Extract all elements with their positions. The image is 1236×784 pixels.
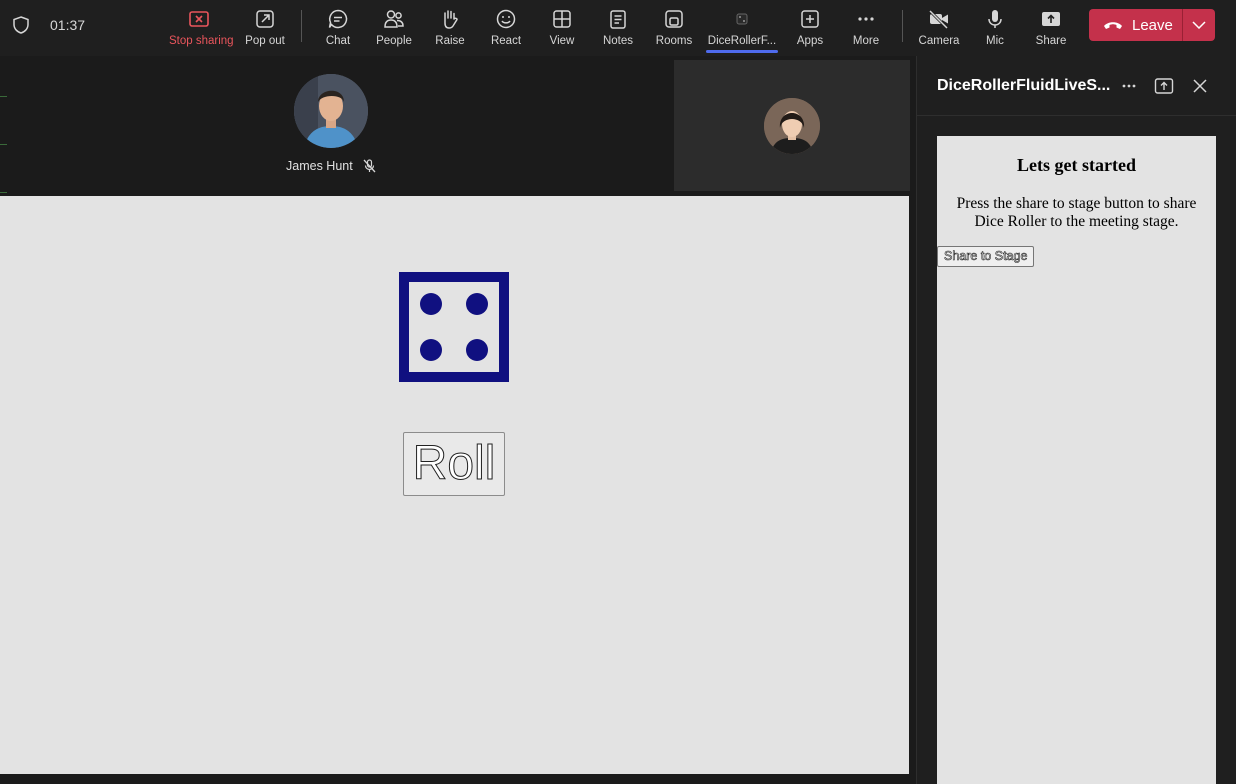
participant-strip: James Hunt <box>0 56 672 194</box>
share-button[interactable]: Share <box>1021 6 1081 50</box>
leave-label: Leave <box>1132 16 1173 34</box>
stop-sharing-icon <box>189 11 209 27</box>
pop-out-button[interactable]: Pop out <box>235 6 295 50</box>
view-label: View <box>549 35 575 47</box>
chat-icon <box>328 9 348 29</box>
apps-label: Apps <box>796 35 824 47</box>
side-panel-heading: Lets get started <box>1017 155 1136 175</box>
side-panel-title: DiceRollerFluidLiveS... <box>937 77 1111 94</box>
add-apps-icon <box>801 10 819 28</box>
stage-bottom-edge <box>0 774 909 784</box>
dice-roller-app-tab[interactable]: DiceRollerF... <box>702 6 782 50</box>
pop-out-label: Pop out <box>245 35 285 47</box>
react-label: React <box>490 35 522 47</box>
app-side-panel: DiceRollerFluidLiveS... Lets get started… <box>916 56 1236 784</box>
people-icon <box>384 10 404 28</box>
side-panel-header: DiceRollerFluidLiveS... <box>917 56 1236 116</box>
dice-roller-tab-label: DiceRollerF... <box>707 35 777 47</box>
rooms-label: Rooms <box>655 35 693 47</box>
participant-avatar <box>764 98 820 154</box>
side-panel-content: Lets get started Press the share to stag… <box>937 136 1216 784</box>
rooms-icon <box>665 10 683 28</box>
active-tab-indicator <box>706 50 778 53</box>
camera-off-icon <box>928 9 949 30</box>
meeting-toolbar: 01:37 Stop sharing Pop out Chat People R… <box>0 0 1236 56</box>
raise-label: Raise <box>435 35 465 47</box>
more-options-icon[interactable] <box>1119 76 1139 96</box>
camera-button[interactable]: Camera <box>909 6 969 50</box>
stop-sharing-label: Stop sharing <box>169 35 234 47</box>
grid-view-icon <box>553 10 571 28</box>
raise-hand-icon <box>444 10 458 29</box>
leave-options-dropdown[interactable] <box>1183 9 1215 41</box>
notes-label: Notes <box>602 35 634 47</box>
chat-button[interactable]: Chat <box>308 6 368 50</box>
person-photo-icon <box>764 98 820 154</box>
die-face-four <box>399 272 509 382</box>
toolbar-divider <box>902 10 903 42</box>
close-icon[interactable] <box>1190 76 1210 96</box>
die-pip <box>466 339 488 361</box>
more-label: More <box>852 35 880 47</box>
participant-name: James Hunt <box>286 159 353 173</box>
share-to-stage-icon[interactable] <box>1154 76 1174 96</box>
react-smiley-icon <box>496 9 516 29</box>
more-dots-icon <box>858 17 874 21</box>
side-panel-description: Press the share to stage button to share… <box>956 195 1197 230</box>
mic-muted-icon <box>363 159 376 173</box>
toolbar-divider <box>301 10 302 42</box>
more-button[interactable]: More <box>836 6 896 50</box>
view-button[interactable]: View <box>532 6 592 50</box>
leave-button[interactable]: Leave <box>1089 9 1183 41</box>
meeting-timer: 01:37 <box>50 17 86 33</box>
person-photo-icon <box>294 74 368 148</box>
mic-label: Mic <box>986 35 1004 47</box>
die-pip <box>466 293 488 315</box>
share-label: Share <box>1035 35 1067 47</box>
camera-label: Camera <box>918 35 960 47</box>
leave-button-group: Leave <box>1089 9 1215 41</box>
roll-button[interactable]: Roll <box>403 432 505 496</box>
apps-button[interactable]: Apps <box>780 6 840 50</box>
rooms-button[interactable]: Rooms <box>644 6 704 50</box>
raise-hand-button[interactable]: Raise <box>420 6 480 50</box>
people-button[interactable]: People <box>364 6 424 50</box>
people-label: People <box>376 35 412 47</box>
share-to-stage-button[interactable]: Share to Stage <box>937 246 1035 267</box>
notes-icon <box>610 10 626 29</box>
participant-video-tile[interactable] <box>674 60 910 191</box>
shield-icon <box>13 16 29 34</box>
shared-app-content: Roll <box>0 196 909 774</box>
notes-button[interactable]: Notes <box>588 6 648 50</box>
mic-button[interactable]: Mic <box>965 6 1025 50</box>
share-screen-icon <box>1042 12 1060 26</box>
pop-out-icon <box>256 10 274 28</box>
mic-icon <box>988 10 1002 28</box>
react-button[interactable]: React <box>476 6 536 50</box>
die-pip <box>420 339 442 361</box>
hang-up-phone-icon <box>1104 22 1122 29</box>
chevron-down-icon <box>1192 21 1206 29</box>
participant-avatar[interactable] <box>294 74 368 148</box>
stop-sharing-button[interactable]: Stop sharing <box>169 6 234 50</box>
dice-app-icon <box>736 13 748 25</box>
chat-label: Chat <box>325 35 351 47</box>
die-pip <box>420 293 442 315</box>
meeting-stage: James Hunt Roll <box>0 56 916 784</box>
